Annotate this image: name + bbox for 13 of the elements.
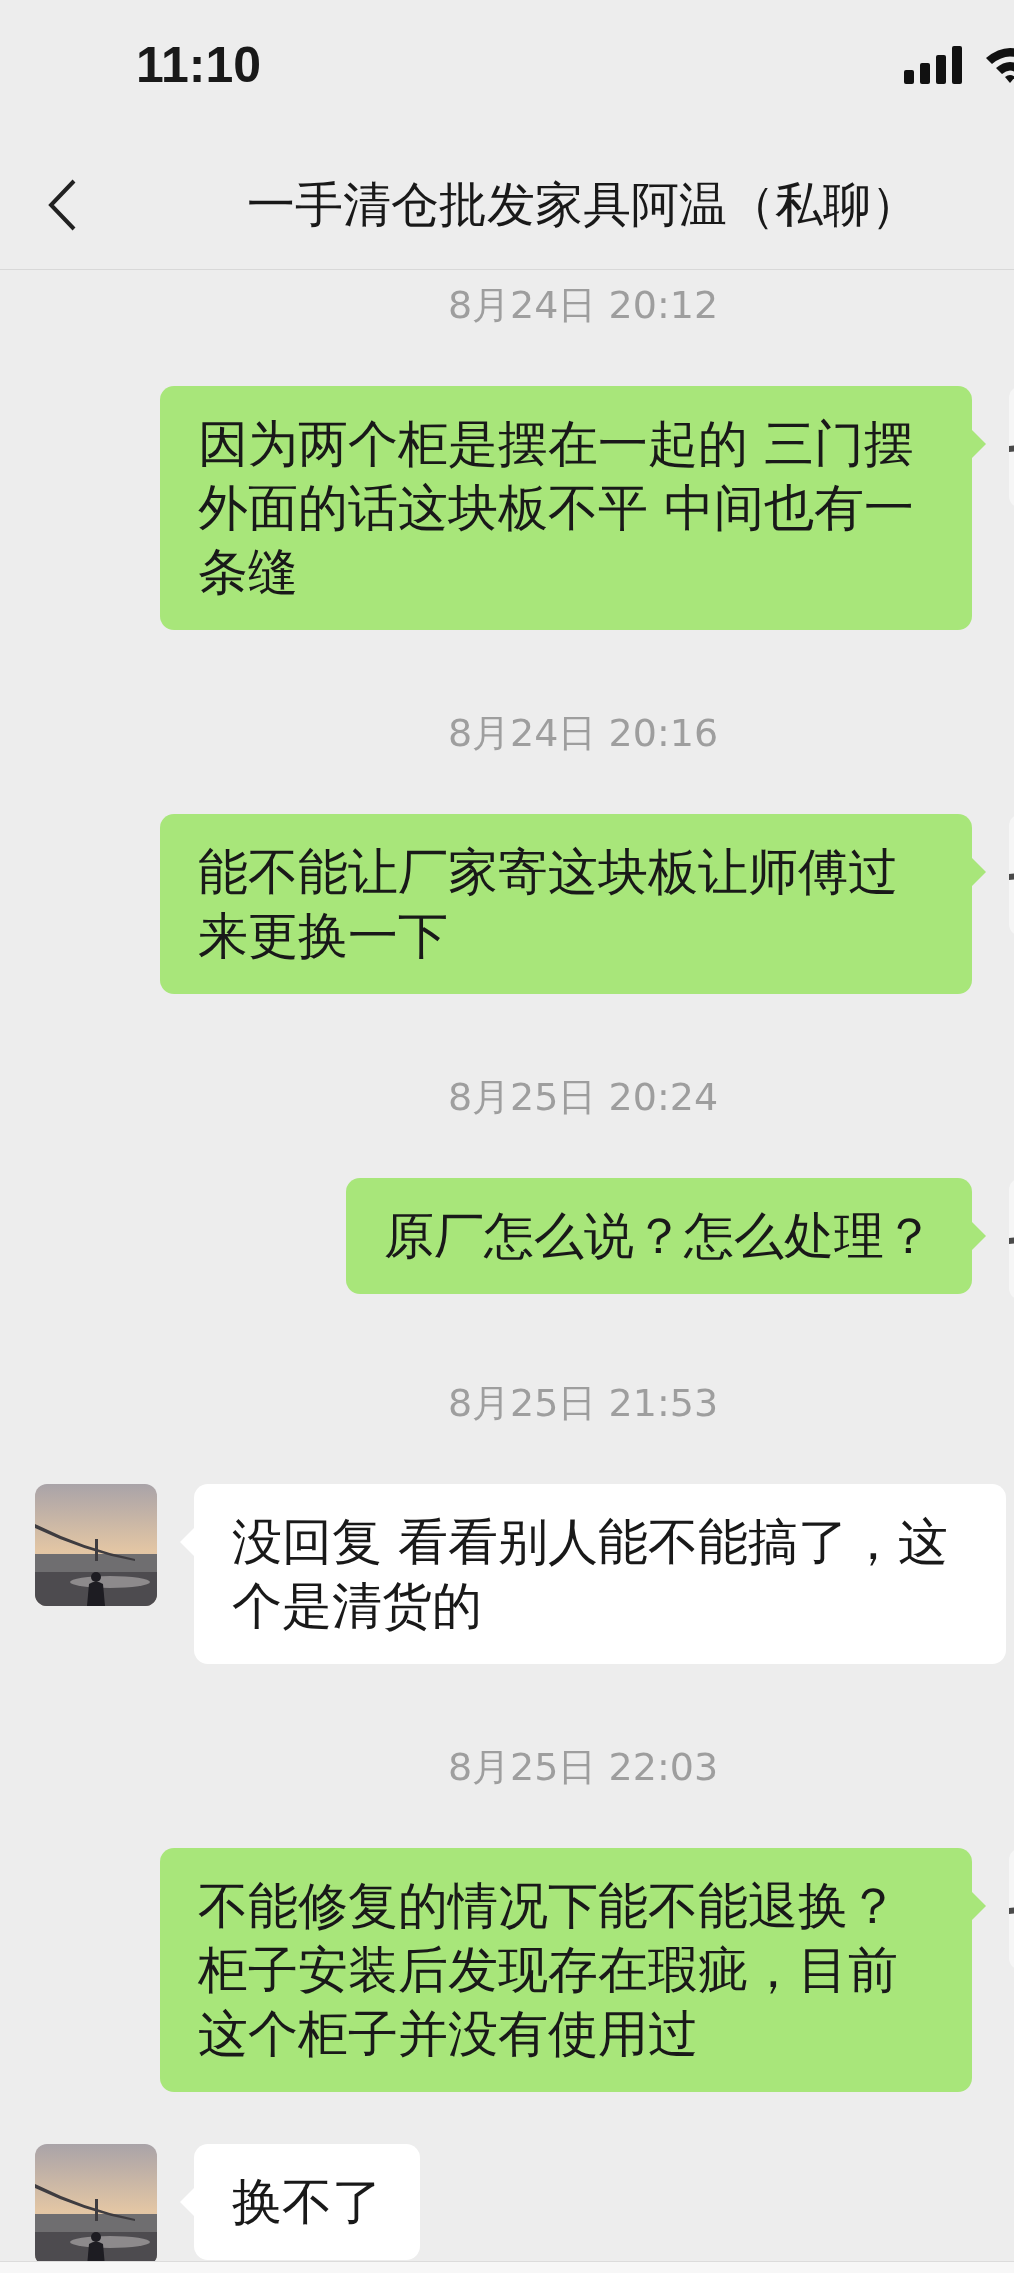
sent-message: 原厂怎么说？怎么处理？ xyxy=(346,1178,972,1294)
sent-message: 不能修复的情况下能不能退换？柜子安装后发现存在瑕疵，目前这个柜子并没有使用过 xyxy=(160,1848,972,2092)
timestamp: 8月24日 20:12 xyxy=(447,282,719,329)
timestamp: 8月25日 22:03 xyxy=(447,1744,719,1791)
received-message: 没回复 看看别人能不能搞了，这个是清货的 xyxy=(194,1484,1006,1664)
status-time: 11:10 xyxy=(136,36,262,94)
sent-message: 因为两个柜是摆在一起的 三门摆外面的话这块板不平 中间也有一条缝 xyxy=(160,386,972,630)
timestamp: 8月25日 20:24 xyxy=(447,1074,719,1121)
received-message: 换不了 xyxy=(194,2144,420,2260)
sent-message: 能不能让厂家寄这块板让师傅过来更换一下 xyxy=(160,814,972,994)
timestamp: 8月25日 21:53 xyxy=(447,1380,719,1427)
timestamp: 8月24日 20:16 xyxy=(447,710,719,757)
chat-title: 一手清仓批发家具阿温（私聊） xyxy=(246,174,920,234)
